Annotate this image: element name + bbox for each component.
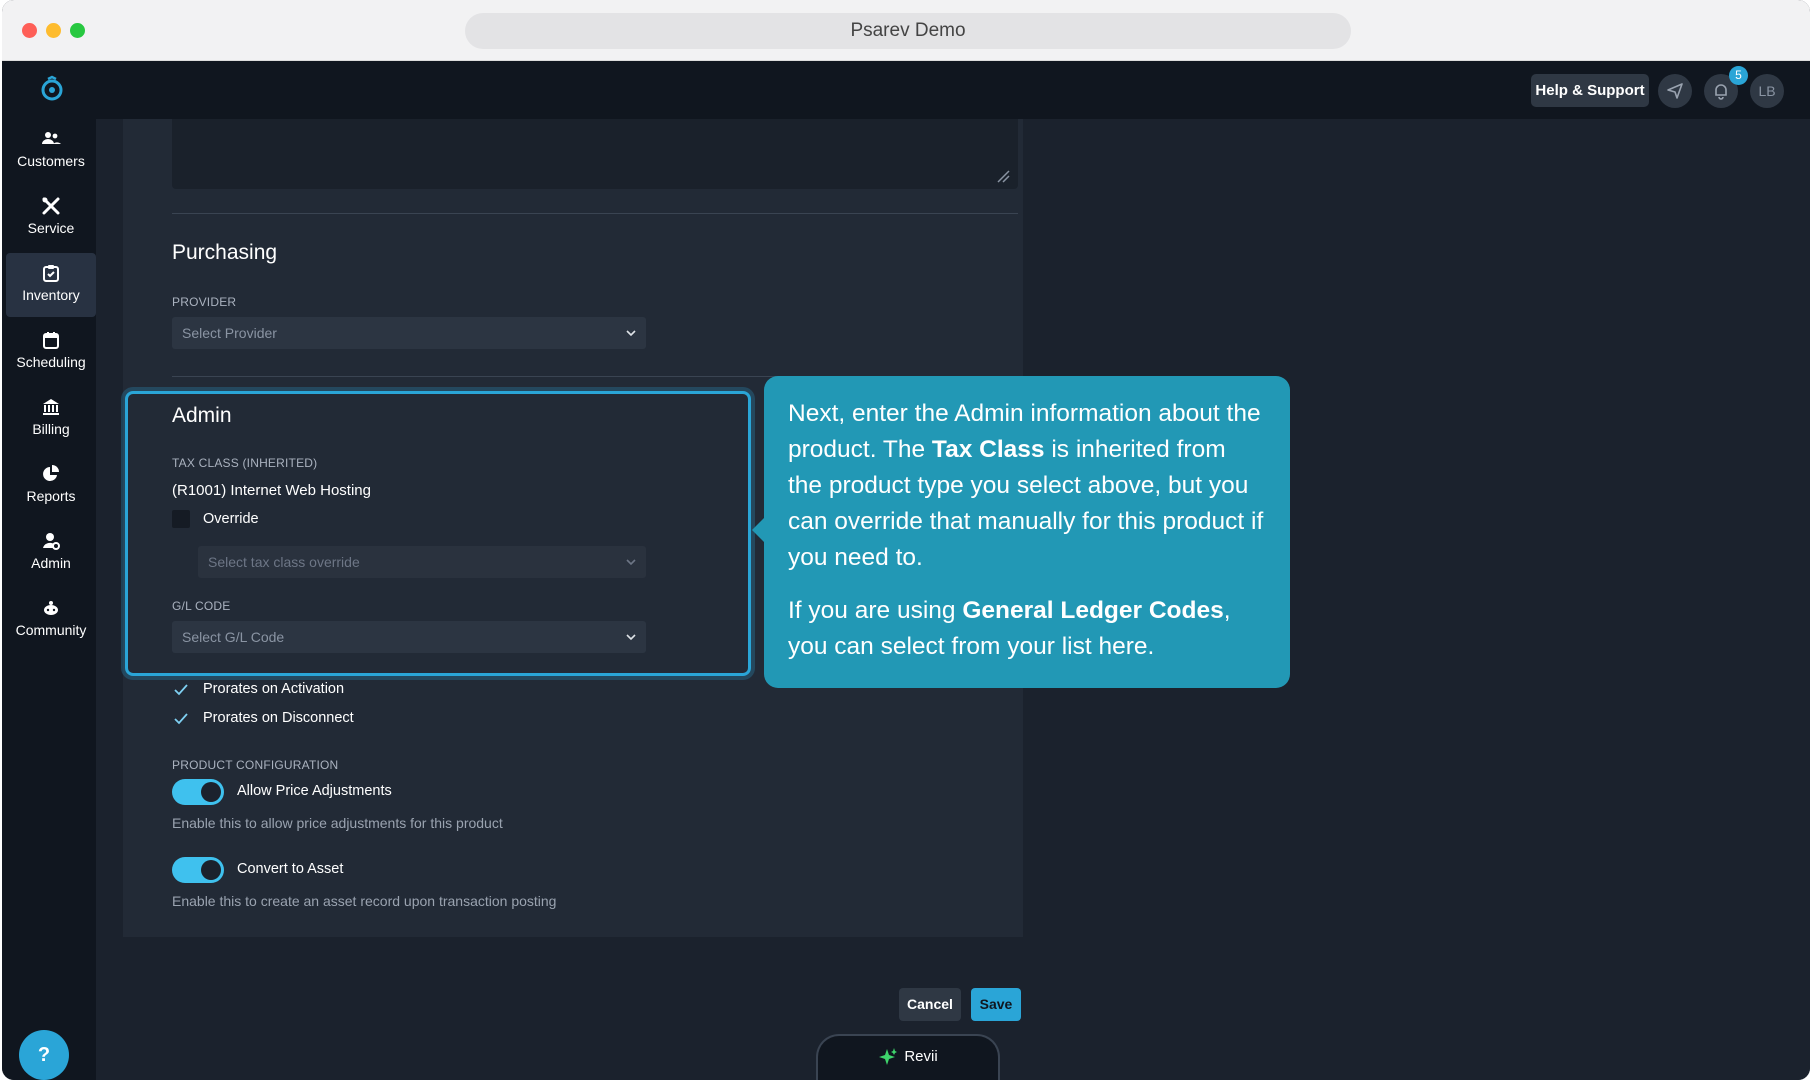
convert-to-asset-label: Convert to Asset [237,861,344,877]
chevron-down-icon [626,330,636,337]
prorates-disconnect-label: Prorates on Disconnect [203,710,354,726]
tooltip-paragraph-1: Next, enter the Admin information about … [788,396,1266,576]
save-button[interactable]: Save [971,988,1021,1021]
sidebar-item-community[interactable]: Community [6,588,96,652]
app-window: Psarev Demo Help & Support 5 LB Customer… [2,0,1810,1080]
sidebar-item-service[interactable]: Service [6,186,96,250]
community-icon [44,601,58,615]
user-avatar[interactable]: LB [1750,74,1784,108]
tooltip-paragraph-2: If you are using General Ledger Codes, y… [788,593,1266,665]
provider-label: PROVIDER [172,295,237,309]
section-divider [172,213,1018,214]
tools-icon [42,197,60,215]
main-content: Purchasing PROVIDER Select Provider Admi… [96,119,1810,1080]
convert-to-asset-toggle[interactable] [172,857,224,883]
prorates-activation-checkbox[interactable] [172,681,190,699]
revii-assistant-button[interactable]: Revii [816,1034,1000,1080]
bank-icon [43,399,59,415]
tooltip-bold-text: General Ledger Codes [962,597,1224,624]
revii-label: Revii [904,1048,938,1065]
app-header: Help & Support 5 LB [2,61,1810,119]
prorates-disconnect-checkbox[interactable] [172,710,190,728]
close-window-button[interactable] [22,23,37,38]
provider-placeholder: Select Provider [182,325,277,341]
paper-plane-icon [1667,83,1683,99]
minimize-window-button[interactable] [46,23,61,38]
purchasing-section-title: Purchasing [172,241,278,264]
sidebar-item-label: Service [27,220,75,236]
sidebar-item-label: Customers [17,153,85,169]
allow-price-adjustments-label: Allow Price Adjustments [237,783,392,799]
address-bar[interactable]: Psarev Demo [465,13,1351,49]
sidebar-item-inventory[interactable]: Inventory [6,253,96,317]
product-config-label: PRODUCT CONFIGURATION [172,758,339,772]
tooltip-bold-text: Tax Class [931,436,1045,463]
provider-select[interactable]: Select Provider [172,317,646,349]
user-cog-icon [43,533,60,550]
sidebar-item-scheduling[interactable]: Scheduling [6,320,96,384]
calendar-icon [43,332,59,349]
app-logo-icon[interactable] [38,75,66,103]
sidebar-item-label: Scheduling [16,354,86,370]
sidebar-item-customers[interactable]: Customers [6,119,96,183]
sidebar-item-label: Community [15,622,87,638]
walkthrough-tooltip: Next, enter the Admin information about … [752,376,1290,688]
clipboard-check-icon [43,265,59,282]
sidebar-item-label: Admin [31,555,71,571]
sparkle-icon [879,1048,898,1066]
maximize-window-button[interactable] [70,23,85,38]
users-icon [42,132,61,144]
pie-chart-icon [43,465,59,481]
browser-titlebar: Psarev Demo [2,0,1810,61]
allow-price-adjustments-desc: Enable this to allow price adjustments f… [172,815,503,831]
allow-price-adjustments-toggle[interactable] [172,779,224,805]
sidebar-item-billing[interactable]: Billing [6,387,96,451]
sidebar-item-label: Inventory [22,287,80,303]
toggle-knob [201,860,221,880]
help-fab-button[interactable]: ? [19,1030,69,1080]
toggle-knob [201,782,221,802]
resize-handle-icon[interactable] [994,167,1010,183]
cancel-button[interactable]: Cancel [899,988,961,1021]
sidebar-item-admin[interactable]: Admin [6,521,96,585]
tooltip-text: If you are using [788,597,963,624]
sidebar-item-label: Reports [26,488,76,504]
help-support-button[interactable]: Help & Support [1531,74,1649,107]
description-textarea[interactable] [172,119,1018,189]
prorates-activation-label: Prorates on Activation [203,681,345,697]
send-button[interactable] [1658,74,1692,108]
notification-badge: 5 [1729,66,1748,85]
sidebar: Customers Service Inventory Scheduling B… [2,119,96,1080]
admin-section-highlight [125,391,751,676]
bell-icon [1715,84,1727,100]
convert-to-asset-desc: Enable this to create an asset record up… [172,893,557,909]
sidebar-item-reports[interactable]: Reports [6,454,96,518]
sidebar-item-label: Billing [32,421,70,437]
